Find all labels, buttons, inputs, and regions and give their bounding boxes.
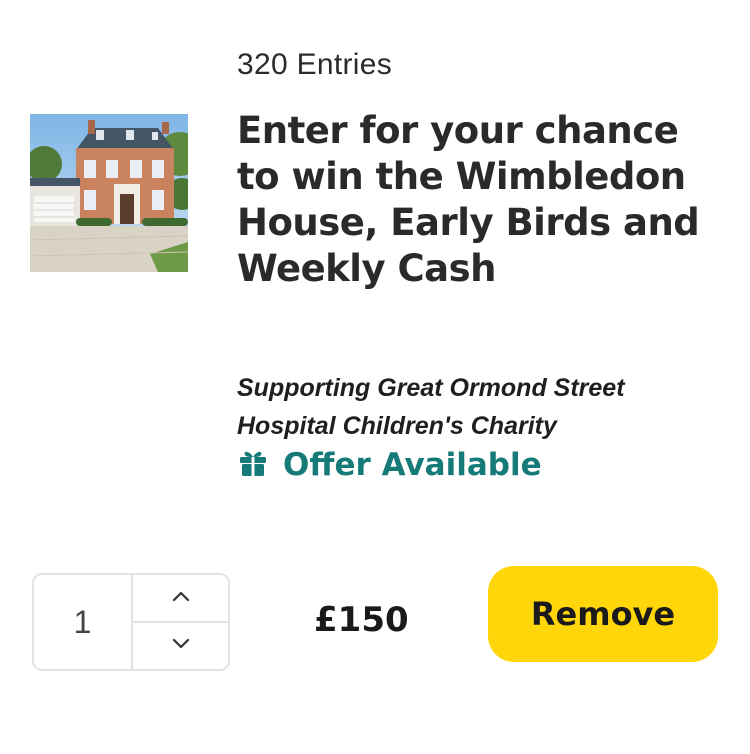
charity-text: Supporting Great Ormond Street Hospital … xyxy=(237,374,625,440)
offer-link[interactable]: Offer Available xyxy=(237,446,542,483)
quantity-value[interactable]: 1 xyxy=(34,575,133,669)
quantity-stepper[interactable]: 1 xyxy=(32,573,230,671)
house-photo xyxy=(30,114,188,272)
competition-title[interactable]: Enter for your chance to win the Wimbled… xyxy=(237,108,717,292)
decrement-button[interactable] xyxy=(133,623,228,669)
increment-button[interactable] xyxy=(133,575,228,623)
entries-count: 320 Entries xyxy=(237,48,393,81)
chevron-down-icon xyxy=(172,637,190,655)
remove-button[interactable]: Remove xyxy=(488,566,718,662)
competition-thumbnail[interactable] xyxy=(30,114,188,272)
price: £150 xyxy=(314,600,409,640)
chevron-up-icon xyxy=(172,589,190,607)
gift-icon xyxy=(237,446,269,483)
offer-label: Offer Available xyxy=(283,446,542,483)
